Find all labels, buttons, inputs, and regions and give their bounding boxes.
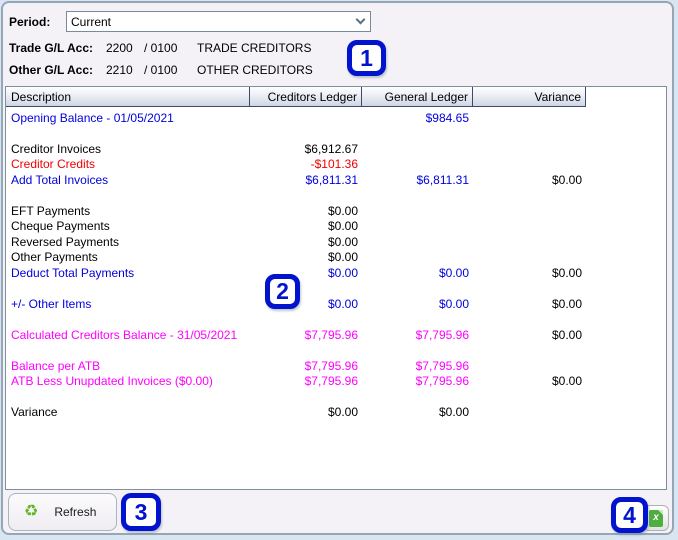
trade-gl-name: TRADE CREDITORS: [197, 41, 312, 55]
row-description: Balance per ATB: [11, 358, 101, 373]
table-body: Opening Balance - 01/05/2021 $984.65 Credi…: [6, 107, 666, 420]
row-description: Variance: [11, 405, 58, 420]
column-header-description[interactable]: Description: [6, 87, 250, 107]
other-gl-account-row: Other G/L Acc: 2210 / 0100 OTHER CREDITO…: [3, 63, 663, 77]
creditors-ledger-value: $0.00: [327, 203, 358, 218]
annotation-badge-4: 4: [611, 497, 648, 533]
row-description: Creditor Credits: [11, 157, 96, 172]
reconciliation-window: Period: Current Trade G/L Acc: 2200 / 01…: [1, 1, 674, 535]
chevron-down-icon: [355, 14, 366, 25]
general-ledger-value: $7,795.96: [415, 374, 469, 389]
reconciliation-table: Description Creditors Ledger General Led…: [5, 86, 667, 490]
row-description: Creditor Invoices: [11, 141, 102, 156]
table-row[interactable]: Calculated Creditors Balance - 31/05/202…: [6, 327, 666, 343]
table-row[interactable]: Balance per ATB $7,795.96 $7,795.96: [6, 358, 666, 374]
table-row[interactable]: Reversed Payments $0.00: [6, 234, 666, 250]
other-gl-label: Other G/L Acc:: [9, 63, 94, 77]
general-ledger-value: $7,795.96: [415, 358, 469, 373]
table-row[interactable]: Cheque Payments $0.00: [6, 219, 666, 235]
creditors-ledger-value: $6,912.67: [304, 141, 358, 156]
recycle-icon: ♻: [24, 503, 39, 520]
row-description: Deduct Total Payments: [11, 265, 135, 280]
creditors-ledger-value: $7,795.96: [304, 374, 358, 389]
creditors-ledger-value: $0.00: [327, 250, 358, 265]
other-gl-code: 2210: [106, 63, 133, 77]
table-row[interactable]: Add Total Invoices $6,811.31 $6,811.31 $0.0…: [6, 172, 666, 188]
trade-gl-subcode: / 0100: [144, 41, 178, 55]
table-row[interactable]: Variance $0.00 $0.00: [6, 405, 666, 421]
table-row[interactable]: EFT Payments $0.00: [6, 203, 666, 219]
general-ledger-value: $7,795.96: [415, 327, 469, 342]
trade-gl-label: Trade G/L Acc:: [9, 41, 94, 55]
general-ledger-value: $0.00: [438, 265, 469, 280]
creditors-ledger-value: $7,795.96: [304, 327, 358, 342]
other-gl-subcode: / 0100: [144, 63, 178, 77]
creditors-ledger-value: $6,811.31: [305, 172, 359, 187]
refresh-button[interactable]: ♻ Refresh: [8, 493, 117, 531]
column-header-variance[interactable]: Variance: [473, 87, 586, 107]
column-header-filler: [586, 87, 666, 107]
creditors-ledger-value: $0.00: [327, 219, 358, 234]
row-description: +/- Other Items: [11, 296, 92, 311]
trade-gl-code: 2200: [106, 41, 133, 55]
variance-value: $0.00: [551, 296, 582, 311]
refresh-button-label: Refresh: [54, 505, 97, 519]
annotation-badge-1: 1: [347, 40, 386, 76]
creditors-ledger-value: $0.00: [327, 234, 358, 249]
row-description: Reversed Payments: [11, 234, 120, 249]
table-row[interactable]: Deduct Total Payments $0.00 $0.00 $0.00: [6, 265, 666, 281]
other-gl-name: OTHER CREDITORS: [197, 63, 313, 77]
variance-value: $0.00: [551, 265, 582, 280]
period-selected-value: Current: [71, 14, 112, 29]
annotation-badge-3: 3: [121, 493, 161, 531]
table-row[interactable]: Creditor Credits -$101.36: [6, 157, 666, 173]
excel-export-icon: x: [649, 509, 663, 527]
variance-value: $0.00: [551, 172, 582, 187]
creditors-ledger-value: $0.00: [327, 405, 358, 420]
general-ledger-value: $6,811.31: [416, 172, 470, 187]
creditors-ledger-value: -$101.36: [310, 157, 358, 172]
table-row[interactable]: Other Payments $0.00: [6, 250, 666, 266]
table-row[interactable]: +/- Other Items $0.00 $0.00 $0.00: [6, 296, 666, 312]
row-description: Add Total Invoices: [11, 172, 109, 187]
row-description: Cheque Payments: [11, 219, 110, 234]
row-description: Opening Balance - 01/05/2021: [11, 110, 174, 125]
general-ledger-value: $0.00: [438, 405, 469, 420]
table-row[interactable]: Creditor Invoices $6,912.67: [6, 141, 666, 157]
creditors-reconciliation-screen: Period: Current Trade G/L Acc: 2200 / 01…: [0, 0, 678, 540]
general-ledger-value: $0.00: [438, 296, 469, 311]
row-description: EFT Payments: [11, 203, 91, 218]
trade-gl-account-row: Trade G/L Acc: 2200 / 0100 TRADE CREDITO…: [3, 41, 663, 55]
table-row[interactable]: ATB Less Unupdated Invoices ($0.00) $7,79…: [6, 374, 666, 390]
row-description: Calculated Creditors Balance - 31/05/202…: [11, 327, 238, 342]
variance-value: $0.00: [551, 327, 582, 342]
table-header: Description Creditors Ledger General Led…: [6, 87, 666, 107]
creditors-ledger-value: $7,795.96: [304, 358, 358, 373]
column-header-creditors-ledger[interactable]: Creditors Ledger: [250, 87, 362, 107]
row-description: ATB Less Unupdated Invoices ($0.00): [11, 374, 213, 389]
column-header-general-ledger[interactable]: General Ledger: [362, 87, 473, 107]
general-ledger-value: $984.65: [425, 110, 469, 125]
period-select[interactable]: Current: [66, 11, 371, 32]
row-description: Other Payments: [11, 250, 98, 265]
annotation-badge-2: 2: [265, 274, 300, 309]
variance-value: $0.00: [551, 374, 582, 389]
period-label: Period:: [9, 15, 51, 29]
table-row[interactable]: Opening Balance - 01/05/2021 $984.65: [6, 110, 666, 126]
